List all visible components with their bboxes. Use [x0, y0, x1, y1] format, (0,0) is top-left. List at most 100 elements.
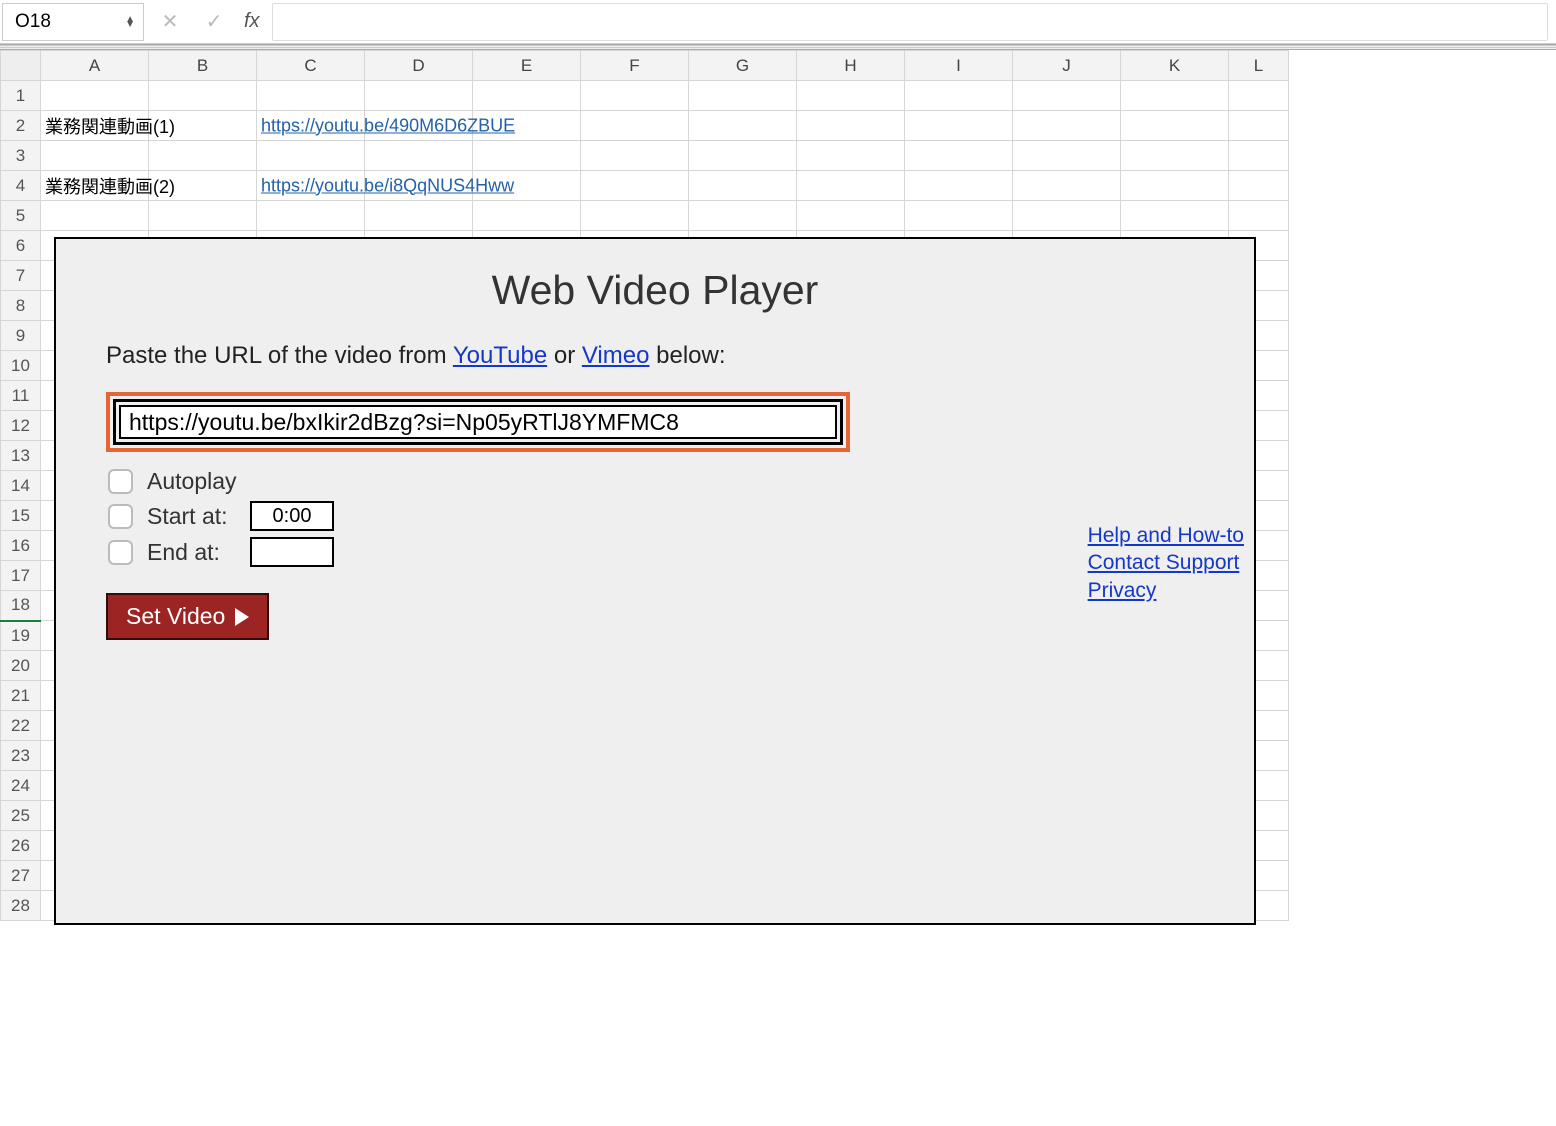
cell-C1[interactable] — [257, 81, 365, 111]
cell-J5[interactable] — [1013, 201, 1121, 231]
cell-H1[interactable] — [797, 81, 905, 111]
cell-A1[interactable] — [41, 81, 149, 111]
cell-K5[interactable] — [1121, 201, 1229, 231]
column-header-B[interactable]: B — [149, 51, 257, 81]
cell-G5[interactable] — [689, 201, 797, 231]
cell-A4[interactable]: 業務関連動画(2) — [41, 171, 149, 201]
row-header-9[interactable]: 9 — [1, 321, 41, 351]
cell-J2[interactable] — [1013, 111, 1121, 141]
cell-L4[interactable] — [1229, 171, 1289, 201]
cell-D1[interactable] — [365, 81, 473, 111]
row-header-4[interactable]: 4 — [1, 171, 41, 201]
cell-B3[interactable] — [149, 141, 257, 171]
column-header-J[interactable]: J — [1013, 51, 1121, 81]
cell-I3[interactable] — [905, 141, 1013, 171]
row-header-13[interactable]: 13 — [1, 441, 41, 471]
privacy-link[interactable]: Privacy — [1088, 577, 1244, 604]
cell-I4[interactable] — [905, 171, 1013, 201]
cell-C5[interactable] — [257, 201, 365, 231]
contact-support-link[interactable]: Contact Support — [1088, 549, 1244, 576]
row-header-20[interactable]: 20 — [1, 651, 41, 681]
row-header-21[interactable]: 21 — [1, 681, 41, 711]
cell-K4[interactable] — [1121, 171, 1229, 201]
row-header-25[interactable]: 25 — [1, 801, 41, 831]
column-header-K[interactable]: K — [1121, 51, 1229, 81]
cell-K1[interactable] — [1121, 81, 1229, 111]
cell-B5[interactable] — [149, 201, 257, 231]
cell-J3[interactable] — [1013, 141, 1121, 171]
row-header-15[interactable]: 15 — [1, 501, 41, 531]
set-video-button[interactable]: Set Video — [106, 593, 269, 640]
column-header-H[interactable]: H — [797, 51, 905, 81]
start-at-checkbox[interactable] — [108, 504, 133, 529]
cell-F4[interactable] — [581, 171, 689, 201]
formula-input[interactable] — [272, 3, 1548, 41]
youtube-link[interactable]: YouTube — [453, 342, 547, 369]
row-header-11[interactable]: 11 — [1, 381, 41, 411]
cell-I1[interactable] — [905, 81, 1013, 111]
cell-L1[interactable] — [1229, 81, 1289, 111]
cell-E1[interactable] — [473, 81, 581, 111]
cell-J4[interactable] — [1013, 171, 1121, 201]
row-header-23[interactable]: 23 — [1, 741, 41, 771]
column-header-C[interactable]: C — [257, 51, 365, 81]
column-header-I[interactable]: I — [905, 51, 1013, 81]
row-header-5[interactable]: 5 — [1, 201, 41, 231]
cell-E5[interactable] — [473, 201, 581, 231]
cell-L5[interactable] — [1229, 201, 1289, 231]
cell-F5[interactable] — [581, 201, 689, 231]
cell-G1[interactable] — [689, 81, 797, 111]
cell-D5[interactable] — [365, 201, 473, 231]
video-url-input[interactable] — [119, 405, 837, 439]
cell-H4[interactable] — [797, 171, 905, 201]
cell-G3[interactable] — [689, 141, 797, 171]
row-header-8[interactable]: 8 — [1, 291, 41, 321]
cell-J1[interactable] — [1013, 81, 1121, 111]
row-header-28[interactable]: 28 — [1, 891, 41, 921]
autoplay-checkbox[interactable] — [108, 469, 133, 494]
cell-A2[interactable]: 業務関連動画(1) — [41, 111, 149, 141]
fx-icon[interactable]: fx — [244, 10, 260, 33]
cell-K2[interactable] — [1121, 111, 1229, 141]
cell-H5[interactable] — [797, 201, 905, 231]
row-header-19[interactable]: 19 — [1, 621, 41, 651]
cell-I5[interactable] — [905, 201, 1013, 231]
cell-C4[interactable]: https://youtu.be/i8QqNUS4Hww — [257, 171, 365, 201]
cell-F2[interactable] — [581, 111, 689, 141]
column-header-L[interactable]: L — [1229, 51, 1289, 81]
column-header-G[interactable]: G — [689, 51, 797, 81]
cell-F1[interactable] — [581, 81, 689, 111]
row-header-17[interactable]: 17 — [1, 561, 41, 591]
row-header-22[interactable]: 22 — [1, 711, 41, 741]
column-header-F[interactable]: F — [581, 51, 689, 81]
row-header-18[interactable]: 18 — [1, 591, 41, 621]
row-header-2[interactable]: 2 — [1, 111, 41, 141]
cell-L2[interactable] — [1229, 111, 1289, 141]
name-box-spinner-icon[interactable]: ▲▼ — [125, 17, 135, 27]
cell-C2[interactable]: https://youtu.be/490M6D6ZBUE — [257, 111, 365, 141]
cell-K3[interactable] — [1121, 141, 1229, 171]
cell-H2[interactable] — [797, 111, 905, 141]
row-header-24[interactable]: 24 — [1, 771, 41, 801]
cell-A5[interactable] — [41, 201, 149, 231]
name-box[interactable]: O18 ▲▼ — [2, 3, 144, 41]
cell-G4[interactable] — [689, 171, 797, 201]
row-header-7[interactable]: 7 — [1, 261, 41, 291]
row-header-14[interactable]: 14 — [1, 471, 41, 501]
row-header-3[interactable]: 3 — [1, 141, 41, 171]
cell-F3[interactable] — [581, 141, 689, 171]
cell-B1[interactable] — [149, 81, 257, 111]
help-link[interactable]: Help and How-to — [1088, 522, 1244, 549]
vimeo-link[interactable]: Vimeo — [582, 342, 650, 369]
cell-E3[interactable] — [473, 141, 581, 171]
row-header-10[interactable]: 10 — [1, 351, 41, 381]
cell-L3[interactable] — [1229, 141, 1289, 171]
cell-I2[interactable] — [905, 111, 1013, 141]
row-header-27[interactable]: 27 — [1, 861, 41, 891]
column-header-A[interactable]: A — [41, 51, 149, 81]
cell-C3[interactable] — [257, 141, 365, 171]
row-header-6[interactable]: 6 — [1, 231, 41, 261]
row-header-12[interactable]: 12 — [1, 411, 41, 441]
row-header-26[interactable]: 26 — [1, 831, 41, 861]
cell-A3[interactable] — [41, 141, 149, 171]
